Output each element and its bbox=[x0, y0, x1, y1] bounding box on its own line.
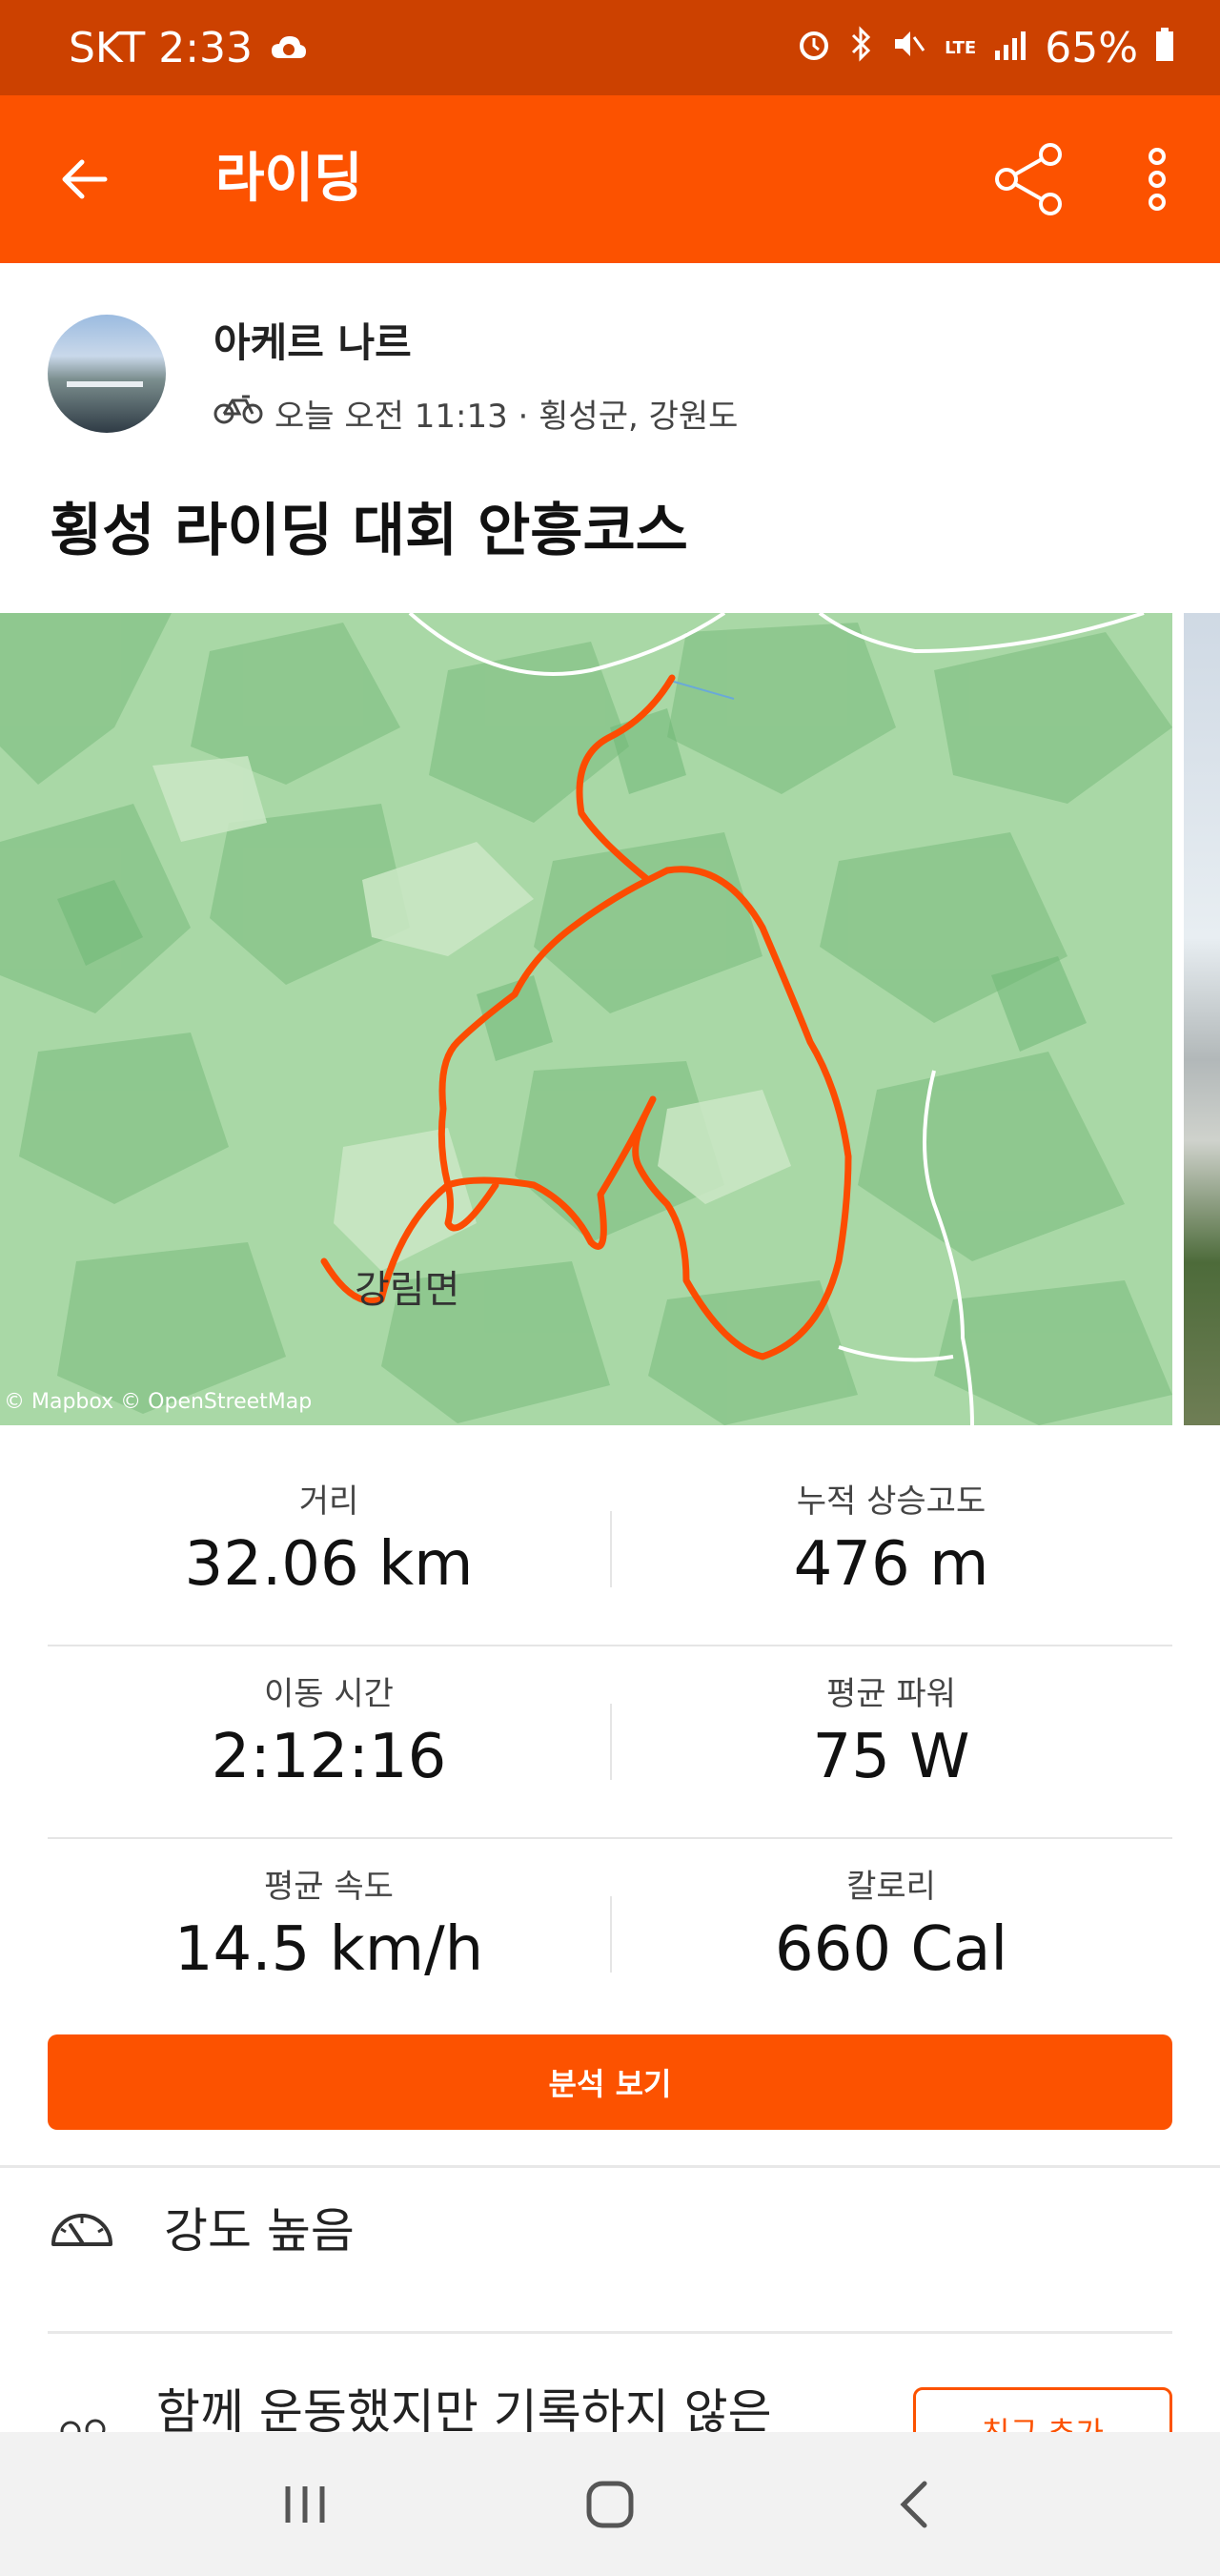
stat-value: 14.5 km/h bbox=[173, 1914, 484, 1985]
stat-row: 이동 시간 2:12:16 평균 파워 75 W bbox=[48, 1646, 1172, 1839]
stat-label: 누적 상승고도 bbox=[796, 1482, 986, 1521]
gauge-icon bbox=[48, 2198, 116, 2256]
battery-icon bbox=[1155, 24, 1174, 72]
stat-label: 거리 bbox=[298, 1482, 359, 1521]
recent-apps-icon[interactable] bbox=[276, 2481, 334, 2528]
stat-divider bbox=[610, 1511, 612, 1587]
stat-average-speed: 평균 속도 14.5 km/h bbox=[48, 1839, 610, 2030]
stat-label: 평균 속도 bbox=[264, 1868, 394, 1906]
stat-value: 660 Cal bbox=[774, 1914, 1008, 1985]
status-bar: SKT 2:33 LTE 65% bbox=[0, 0, 1220, 95]
home-icon[interactable] bbox=[581, 2476, 639, 2533]
avatar[interactable] bbox=[48, 315, 166, 433]
stat-value: 476 m bbox=[793, 1529, 989, 1600]
view-analysis-button[interactable]: 분석 보기 bbox=[48, 2034, 1172, 2130]
stat-distance: 거리 32.06 km bbox=[48, 1454, 610, 1645]
route-map[interactable]: 강림면 © Mapbox © OpenStreetMap bbox=[0, 613, 1172, 1425]
signal-icon bbox=[993, 24, 1027, 72]
cloud-sync-icon bbox=[270, 24, 308, 72]
divider bbox=[48, 2331, 1172, 2334]
stat-row: 거리 32.06 km 누적 상승고도 476 m bbox=[48, 1454, 1172, 1646]
stat-elevation-gain: 누적 상승고도 476 m bbox=[610, 1454, 1172, 1645]
intensity-label: 강도 높음 bbox=[164, 2203, 355, 2259]
network-type-label: LTE bbox=[945, 37, 977, 58]
bike-icon bbox=[214, 393, 263, 434]
share-icon[interactable] bbox=[991, 141, 1068, 217]
app-bar: 라이딩 bbox=[0, 95, 1220, 263]
page-title: 라이딩 bbox=[215, 148, 363, 210]
alarm-icon bbox=[796, 24, 832, 72]
stat-divider bbox=[610, 1704, 612, 1780]
divider bbox=[0, 2165, 1220, 2168]
stat-divider bbox=[610, 1896, 612, 1973]
status-carrier-time: SKT 2:33 bbox=[69, 23, 254, 72]
bluetooth-icon bbox=[849, 24, 874, 72]
group-activity-row: 함께 운동했지만 기록하지 않은 친구 추가 bbox=[48, 2368, 1172, 2473]
map-attribution: © Mapbox © OpenStreetMap bbox=[4, 1390, 313, 1414]
more-options-icon[interactable] bbox=[1134, 141, 1180, 217]
back-icon[interactable] bbox=[886, 2476, 944, 2533]
stat-value: 32.06 km bbox=[184, 1529, 474, 1600]
stat-average-power: 평균 파워 75 W bbox=[610, 1646, 1172, 1837]
activity-title: 횡성 라이딩 대회 안흥코스 bbox=[50, 498, 688, 564]
athlete-name[interactable]: 아케르 나르 bbox=[214, 311, 738, 369]
battery-percent: 65% bbox=[1045, 23, 1138, 72]
map-canvas bbox=[0, 613, 1172, 1425]
stat-label: 칼로리 bbox=[846, 1868, 936, 1906]
stats-grid: 거리 32.06 km 누적 상승고도 476 m 이동 시간 2:12:16 … bbox=[48, 1454, 1172, 2030]
stat-moving-time: 이동 시간 2:12:16 bbox=[48, 1646, 610, 1837]
system-nav-bar bbox=[0, 2432, 1220, 2576]
stat-row: 평균 속도 14.5 km/h 칼로리 660 Cal bbox=[48, 1839, 1172, 2030]
stat-calories: 칼로리 660 Cal bbox=[610, 1839, 1172, 2030]
activity-photo-thumbnail[interactable] bbox=[1184, 613, 1220, 1425]
stat-value: 2:12:16 bbox=[211, 1722, 447, 1792]
mute-icon bbox=[891, 24, 927, 72]
athlete-header: 아케르 나르 오늘 오전 11:13 · 횡성군, 강원도 bbox=[48, 311, 738, 437]
intensity-row[interactable]: 강도 높음 bbox=[48, 2193, 355, 2261]
stat-value: 75 W bbox=[812, 1722, 970, 1792]
activity-meta: 오늘 오전 11:13 · 횡성군, 강원도 bbox=[274, 398, 739, 436]
stat-label: 평균 파워 bbox=[826, 1675, 956, 1713]
map-place-label: 강림면 bbox=[355, 1268, 460, 1312]
back-arrow-icon[interactable] bbox=[55, 151, 112, 208]
stat-label: 이동 시간 bbox=[264, 1675, 394, 1713]
